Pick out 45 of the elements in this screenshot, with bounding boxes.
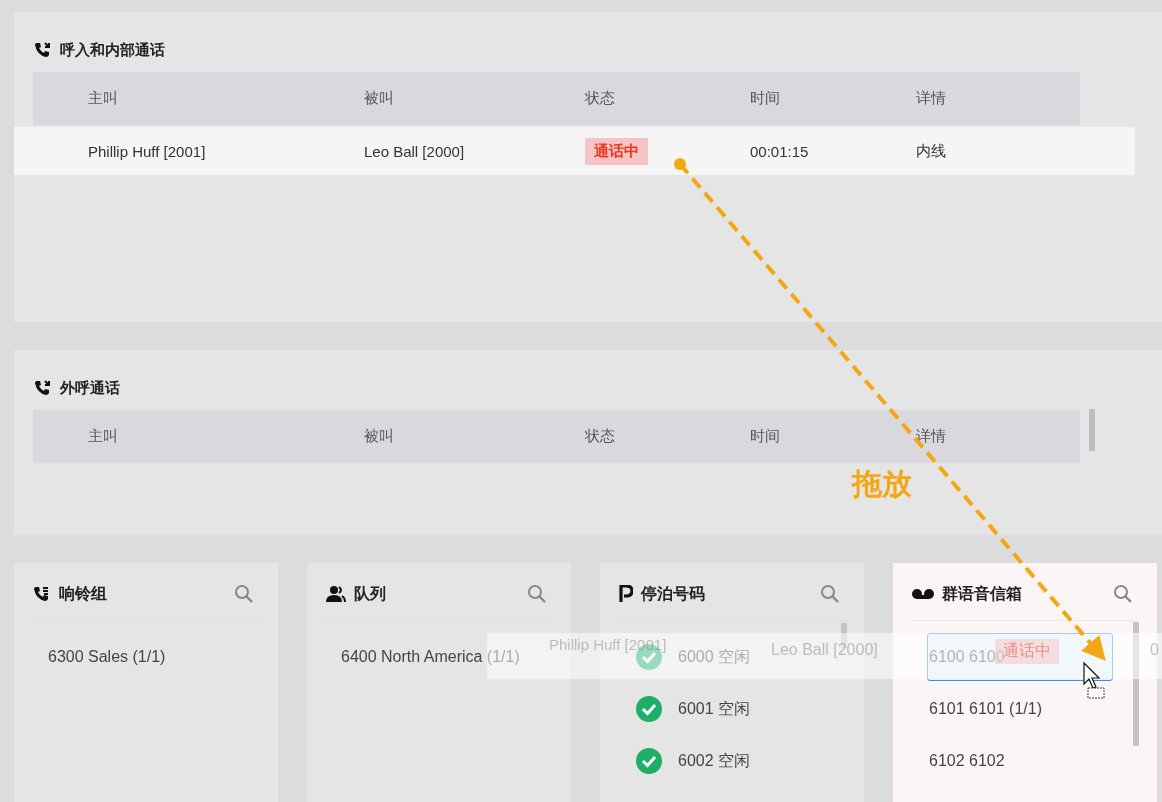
- parking-icon: [619, 585, 633, 603]
- card-title: 群语音信箱: [942, 583, 1022, 604]
- list-item[interactable]: 6002 空闲: [678, 750, 751, 772]
- list-item[interactable]: 6102 6102: [929, 752, 1005, 770]
- card-title: 队列: [354, 583, 386, 604]
- search-icon[interactable]: [820, 584, 840, 604]
- search-icon[interactable]: [234, 584, 254, 604]
- people-icon: [326, 585, 346, 603]
- column-header: 状态: [585, 89, 616, 108]
- column-header: 主叫: [88, 427, 119, 446]
- column-header: 时间: [750, 89, 781, 108]
- ghost-text: Phillip Huff [2001]: [549, 636, 667, 653]
- column-header: 时间: [750, 427, 781, 446]
- cursor-icon: [1083, 661, 1105, 699]
- table-cell-text: 00:01:15: [750, 142, 810, 160]
- panel-title: 呼入和内部通话: [60, 40, 165, 60]
- phone-icon: [34, 42, 52, 58]
- list-item[interactable]: 6001 空闲: [678, 698, 751, 720]
- search-icon[interactable]: [1113, 584, 1133, 604]
- scrollbar[interactable]: [1089, 409, 1095, 451]
- status-badge: 通话中: [585, 137, 648, 165]
- column-header: 被叫: [364, 427, 395, 446]
- annotation-label: 拖放: [852, 466, 912, 502]
- list-item[interactable]: 6101 6101 (1/1): [929, 700, 1042, 718]
- table-cell-text: 内线: [916, 141, 947, 161]
- column-header: 详情: [916, 89, 947, 108]
- search-icon[interactable]: [527, 584, 547, 604]
- phone-icon: [33, 586, 51, 602]
- column-header: 详情: [916, 427, 947, 446]
- card-title: 响铃组: [59, 583, 107, 604]
- ghost-text: 0: [1150, 641, 1159, 659]
- table-cell-text: Leo Ball [2000]: [364, 142, 466, 160]
- list-item[interactable]: 6300 Sales (1/1): [48, 648, 166, 666]
- panel-title: 外呼通话: [60, 378, 120, 398]
- call-row[interactable]: Phillip Huff [2001] Leo Ball [2000] 通话中 00:01:15 内线: [14, 127, 1135, 175]
- phone-icon: [34, 380, 52, 396]
- list-item[interactable]: 6400 North America (1/1): [341, 648, 520, 666]
- scrollbar[interactable]: [1133, 622, 1139, 746]
- card-title: 停泊号码: [641, 583, 705, 604]
- column-header: 被叫: [364, 89, 395, 108]
- voicemail-icon: [912, 588, 934, 600]
- ghost-text: Leo Ball [2000]: [771, 641, 878, 659]
- column-header: 状态: [585, 427, 616, 446]
- column-header: 主叫: [88, 89, 119, 108]
- table-cell-text: Phillip Huff [2001]: [88, 142, 207, 160]
